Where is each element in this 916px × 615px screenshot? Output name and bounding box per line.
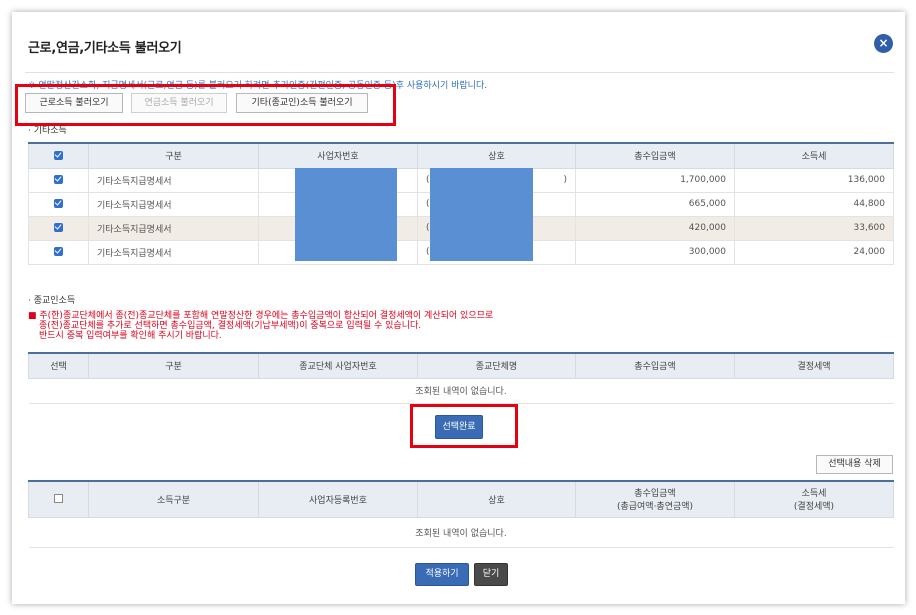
redaction-mask-biz-no <box>295 168 397 261</box>
col-tax-line1: 소득세 <box>801 489 827 500</box>
close-button[interactable]: 닫기 <box>474 563 508 586</box>
dialog-title: 근로,연금,기타소득 불러오기 <box>28 41 182 56</box>
col-total: 총수입금액 (총급여액·총연금액) <box>575 480 735 518</box>
col-biz-no: 사업자번호 <box>258 142 418 169</box>
col-name: 상호 <box>417 480 576 518</box>
select-all-checkbox[interactable] <box>28 480 89 518</box>
col-tax: 소득세 (결정세액) <box>734 480 894 518</box>
checkbox-checked-icon <box>54 247 63 256</box>
religious-income-label: · 종교인소득 <box>28 296 76 306</box>
selected-income-table: 소득구분 사업자등록번호 상호 총수입금액 (총급여액·총연금액) 소득세 (결… <box>28 480 894 548</box>
col-org-biz-no: 종교단체 사업자번호 <box>258 352 418 379</box>
row-checkbox[interactable] <box>28 239 89 265</box>
religious-income-table: 선택 구분 종교단체 사업자번호 종교단체명 총수입금액 결정세액 조회된 내역… <box>28 352 894 404</box>
checkbox-checked-icon <box>54 199 63 208</box>
cell-type: 기타소득지급명세서 <box>88 215 259 241</box>
row-checkbox[interactable] <box>28 191 89 217</box>
col-total: 총수입금액 <box>575 142 735 169</box>
apply-button[interactable]: 적용하기 <box>415 563 469 586</box>
checkbox-checked-icon <box>54 175 63 184</box>
cell-name-prefix: ( <box>426 175 430 185</box>
cell-total: 1,700,000 <box>575 167 735 193</box>
checkbox-checked-icon <box>54 150 63 160</box>
highlight-box-load-buttons <box>15 84 396 126</box>
cell-tax: 24,000 <box>734 239 894 265</box>
cell-type: 기타소득지급명세서 <box>88 239 259 265</box>
col-biz-reg-no: 사업자등록번호 <box>258 480 418 518</box>
col-decided-tax: 결정세액 <box>734 352 894 379</box>
cell-total: 420,000 <box>575 215 735 241</box>
col-type: 구분 <box>88 142 259 169</box>
col-income-type: 소득구분 <box>88 480 259 518</box>
import-income-dialog: 근로,연금,기타소득 불러오기 × ※ 연말정산간소화, 지급명세서(근로,연금… <box>12 12 905 604</box>
select-all-checkbox[interactable] <box>28 142 89 169</box>
col-org-name: 종교단체명 <box>417 352 576 379</box>
col-select: 선택 <box>28 352 89 379</box>
row-checkbox[interactable] <box>28 167 89 193</box>
checkbox-empty-icon <box>54 494 63 504</box>
col-total: 총수입금액 <box>575 352 735 379</box>
col-name: 상호 <box>417 142 576 169</box>
delete-selected-button[interactable]: 선택내용 삭제 <box>816 455 893 474</box>
col-total-line2: (총급여액·총연금액) <box>616 502 694 513</box>
cell-tax: 33,600 <box>734 215 894 241</box>
close-icon[interactable]: × <box>874 34 893 53</box>
checkbox-checked-icon <box>54 223 63 232</box>
cell-type: 기타소득지급명세서 <box>88 167 259 193</box>
col-tax: 소득세 <box>734 142 894 169</box>
row-checkbox[interactable] <box>28 215 89 241</box>
cell-total: 300,000 <box>575 239 735 265</box>
warning-line: 종(전)종교단체를 추가로 선택하면 총수입금액, 결정세액(기납부세액)이 중… <box>39 321 422 331</box>
redaction-mask-name <box>430 168 533 261</box>
duplicate-warning: ■ 주(한)종교단체에서 종(전)종교단체를 포함해 연말정산한 경우에는 총수… <box>28 311 888 341</box>
cell-name-suffix: ) <box>563 175 567 185</box>
cell-tax: 44,800 <box>734 191 894 217</box>
title-divider <box>25 72 894 73</box>
col-total-line1: 총수입금액 <box>634 489 676 500</box>
cell-type: 기타소득지급명세서 <box>88 191 259 217</box>
cell-total: 665,000 <box>575 191 735 217</box>
other-income-label: · 기타소득 <box>28 126 67 136</box>
empty-message: 조회된 내역이 없습니다. <box>28 377 894 404</box>
cell-tax: 136,000 <box>734 167 894 193</box>
empty-message: 조회된 내역이 없습니다. <box>28 516 894 548</box>
highlight-box-select-done <box>410 404 518 448</box>
col-tax-line2: (결정세액) <box>793 502 835 513</box>
warning-line: 반드시 중복 입력여부를 확인해 주시기 바랍니다. <box>39 331 222 341</box>
warning-line: ■ 주(한)종교단체에서 종(전)종교단체를 포함해 연말정산한 경우에는 총수… <box>28 311 494 321</box>
col-type: 구분 <box>88 352 259 379</box>
